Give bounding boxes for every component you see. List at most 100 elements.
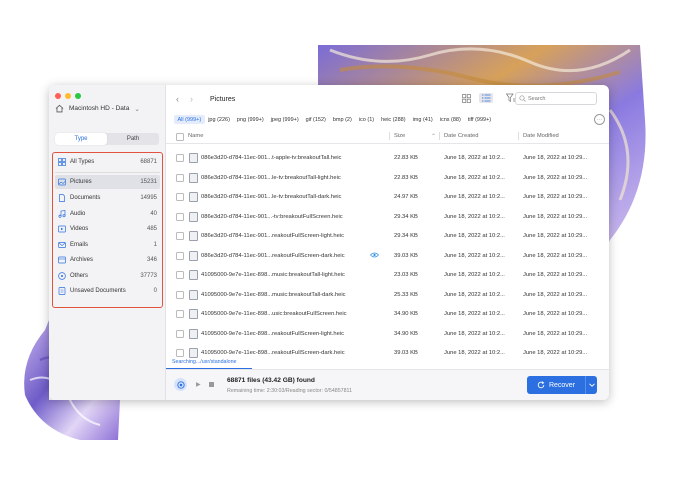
row-checkbox[interactable]	[176, 173, 184, 182]
page-title: Pictures	[210, 95, 236, 103]
sidebar-item-pictures[interactable]: Pictures 15231	[55, 175, 160, 189]
image-file-icon	[189, 348, 198, 358]
sidebar-item-all-types[interactable]: All Types 68871	[55, 155, 160, 169]
disk-name: Macintosh HD - Data	[69, 105, 130, 112]
filter-jpeg[interactable]: jpeg (999+)	[267, 115, 302, 124]
row-checkbox[interactable]	[176, 310, 184, 318]
table-row[interactable]: 086e3d20-d784-11ec-901...t-apple-tv:brea…	[166, 148, 609, 168]
row-checkbox[interactable]	[176, 232, 184, 240]
filter-png[interactable]: png (999+)	[233, 115, 267, 124]
date-created: June 18, 2022 at 10:2...	[444, 155, 505, 161]
row-checkbox[interactable]	[176, 329, 184, 338]
all-types-icon	[58, 158, 66, 166]
audio-icon	[58, 209, 66, 218]
filter-gif[interactable]: gif (152)	[302, 115, 329, 124]
column-date-created[interactable]: Date Created	[444, 133, 478, 139]
sidebar-item-emails[interactable]: Emails 1	[55, 238, 160, 252]
sidebar-item-count: 485	[146, 226, 157, 232]
date-created: June 18, 2022 at 10:2...	[444, 311, 505, 317]
scan-status-button[interactable]	[174, 378, 187, 391]
sidebar-item-documents[interactable]: Documents 14995	[55, 191, 160, 205]
search-input[interactable]	[526, 95, 588, 102]
file-list: 086e3d20-d784-11ec-901...t-apple-tv:brea…	[166, 148, 609, 363]
file-size: 22.83 KB	[394, 155, 418, 161]
select-all-checkbox[interactable]	[176, 133, 184, 141]
tab-path[interactable]: Path	[107, 133, 159, 145]
more-filters-button[interactable]: ···	[594, 114, 605, 125]
filter-ico[interactable]: ico (1)	[355, 115, 377, 124]
file-size: 39.03 KB	[394, 350, 418, 356]
search-icon	[519, 95, 526, 102]
file-type-list: All Types 68871 Pictures 15231 Documents…	[52, 152, 163, 308]
filter-heic[interactable]: heic (288)	[378, 115, 409, 124]
column-name[interactable]: Name	[188, 133, 203, 139]
sidebar-item-label: Others	[70, 272, 89, 279]
sidebar-item-count: 0	[153, 288, 157, 294]
file-name: 41095000-9e7e-11ec-898...usic:breakoutFu…	[201, 311, 347, 317]
file-name: 41095000-9e7e-11ec-898...music:breakoutT…	[201, 272, 345, 278]
filter-tiff[interactable]: tiff (999+)	[464, 115, 494, 124]
table-row[interactable]: 41095000-9e7e-11ec-898...reakoutFullScre…	[166, 324, 609, 344]
table-row[interactable]: 086e3d20-d784-11ec-901...reakoutFullScre…	[166, 226, 609, 246]
filter-bmp[interactable]: bmp (2)	[329, 115, 355, 124]
row-checkbox[interactable]	[176, 290, 184, 299]
row-checkbox[interactable]	[176, 271, 184, 279]
filter-icns[interactable]: icns (88)	[436, 115, 464, 124]
sidebar-item-videos[interactable]: Videos 485	[55, 222, 160, 236]
list-view-button[interactable]	[479, 93, 493, 103]
minimize-window-button[interactable]	[65, 93, 71, 99]
filter-all[interactable]: All (999+)	[174, 115, 205, 124]
forward-button[interactable]: ›	[190, 94, 204, 104]
row-checkbox[interactable]	[176, 154, 184, 162]
date-created: June 18, 2022 at 10:2...	[444, 291, 505, 298]
row-checkbox[interactable]	[176, 251, 184, 260]
row-checkbox[interactable]	[176, 193, 184, 201]
date-created: June 18, 2022 at 10:2...	[444, 194, 505, 200]
column-divider	[389, 132, 390, 140]
recover-button[interactable]: Recover	[527, 376, 585, 394]
table-row[interactable]: 41095000-9e7e-11ec-898...music:breakoutT…	[166, 285, 609, 305]
date-created: June 18, 2022 at 10:2...	[444, 350, 505, 356]
sidebar-item-label: Unsaved Documents	[70, 288, 126, 294]
recover-options-dropdown[interactable]	[585, 376, 597, 394]
grid-view-button[interactable]	[459, 93, 473, 103]
zoom-window-button[interactable]	[75, 93, 81, 99]
tab-type[interactable]: Type	[55, 133, 107, 145]
image-file-icon	[189, 328, 198, 339]
table-row[interactable]: 086e3d20-d784-11ec-901...-tv:breakoutFul…	[166, 207, 609, 227]
sidebar-item-others[interactable]: Others 37773	[55, 269, 160, 283]
stop-icon[interactable]	[209, 381, 214, 387]
table-row[interactable]: 086e3d20-d784-11ec-901...le-tv:breakoutT…	[166, 168, 609, 188]
preview-eye-icon[interactable]	[370, 252, 379, 258]
filter-img[interactable]: img (41)	[409, 115, 436, 124]
sidebar-item-unsaved-documents[interactable]: Unsaved Documents 0	[55, 284, 160, 298]
resume-play-icon[interactable]: ▶	[196, 381, 201, 388]
videos-icon	[58, 225, 66, 233]
date-modified: June 18, 2022 at 10:29...	[523, 291, 588, 298]
others-icon	[58, 271, 66, 280]
back-button[interactable]: ‹	[176, 94, 190, 104]
search-box[interactable]	[515, 92, 597, 105]
file-name: 086e3d20-d784-11ec-901...le-tv:breakoutT…	[201, 194, 342, 200]
file-name: 086e3d20-d784-11ec-901...-tv:breakoutFul…	[201, 213, 343, 220]
date-modified: June 18, 2022 at 10:29...	[523, 272, 588, 278]
row-checkbox[interactable]	[176, 212, 184, 221]
row-checkbox[interactable]	[176, 349, 184, 357]
table-row[interactable]: 41095000-9e7e-11ec-898...usic:breakoutFu…	[166, 304, 609, 324]
table-row[interactable]: 41095000-9e7e-11ec-898...music:breakoutT…	[166, 265, 609, 285]
close-window-button[interactable]	[55, 93, 61, 99]
disk-selector[interactable]: Macintosh HD - Data ⌄	[55, 104, 140, 113]
sidebar-item-audio[interactable]: Audio 40	[55, 207, 160, 221]
file-name: 086e3d20-d784-11ec-901...t-apple-tv:brea…	[201, 155, 342, 161]
file-extension-filters: All (999+) jpg (226) png (999+) jpeg (99…	[174, 114, 605, 125]
column-size[interactable]: Size	[394, 133, 405, 139]
table-row[interactable]: 086e3d20-d784-11ec-901...le-tv:breakoutT…	[166, 187, 609, 207]
image-file-icon	[189, 211, 198, 222]
filter-jpg[interactable]: jpg (226)	[205, 115, 234, 124]
table-row[interactable]: 086e3d20-d784-11ec-901...reakoutFullScre…	[166, 246, 609, 266]
sidebar-item-archives[interactable]: Archives 346	[55, 253, 160, 267]
documents-icon	[58, 194, 66, 202]
image-file-icon	[189, 289, 198, 300]
file-size: 29.34 KB	[394, 233, 418, 239]
column-date-modified[interactable]: Date Modified	[523, 133, 559, 139]
